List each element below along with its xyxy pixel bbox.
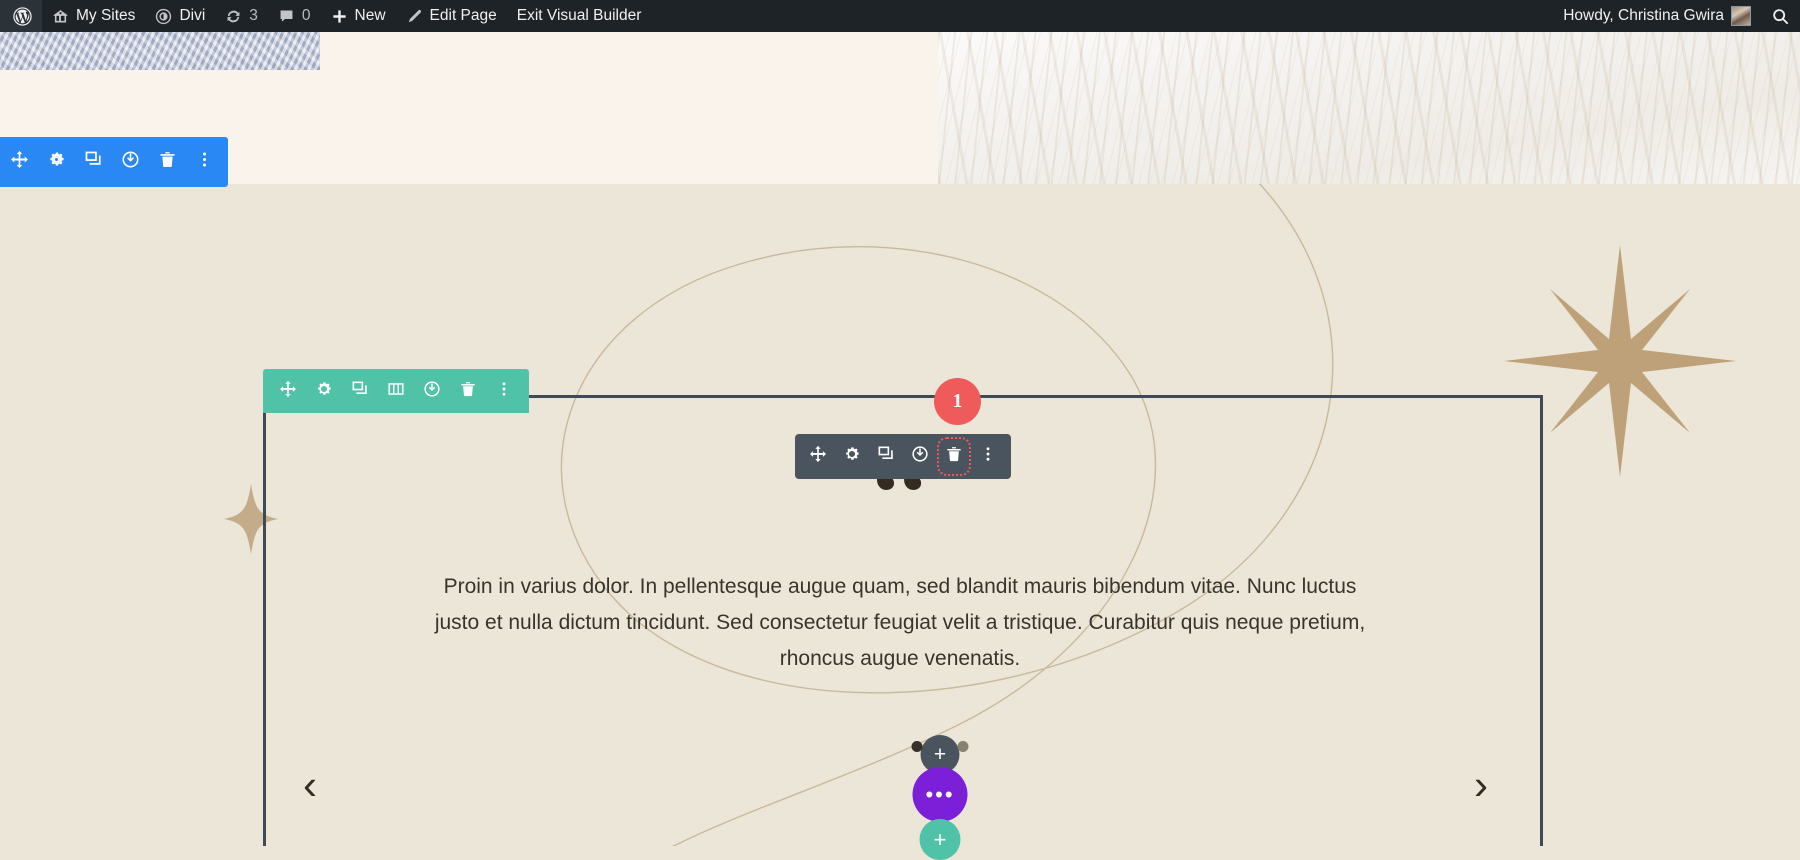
testimonial-text: Proin in varius dolor. In pellentesque a… — [434, 575, 1366, 671]
step-count-badge: 1 — [934, 378, 981, 425]
admin-bar-item-comments[interactable]: 0 — [268, 0, 321, 32]
updates-icon — [225, 8, 242, 25]
row-toolbar[interactable] — [263, 369, 529, 413]
header-right-image — [938, 32, 1800, 184]
power-icon[interactable] — [911, 445, 929, 468]
move-icon[interactable] — [10, 150, 29, 174]
add-section-button[interactable]: + — [919, 819, 961, 860]
avatar — [1731, 6, 1751, 26]
carousel-next-arrow[interactable]: › — [1474, 764, 1488, 806]
admin-bar-item-new[interactable]: New — [321, 0, 396, 32]
admin-bar-label-comments: 0 — [301, 7, 311, 24]
pencil-icon — [406, 8, 423, 25]
wordpress-icon — [12, 6, 33, 27]
divi-icon — [155, 8, 172, 25]
admin-bar-item-updates[interactable]: 3 — [215, 0, 268, 32]
header-left-image — [0, 32, 320, 70]
admin-bar-item-edit-page[interactable]: Edit Page — [396, 0, 507, 32]
wp-admin-bar: My Sites Divi 3 0 New Edit Page Exit Vis… — [0, 0, 1800, 32]
duplicate-icon[interactable] — [877, 445, 895, 468]
page-header-band — [0, 32, 1800, 184]
plus-icon — [331, 8, 348, 25]
account-greeting: Howdy, Christina Gwira — [1563, 7, 1724, 24]
admin-bar-label-my-sites: My Sites — [76, 7, 136, 24]
vertical-dots-icon[interactable] — [979, 445, 997, 468]
section-toolbar[interactable] — [0, 137, 228, 187]
admin-bar-label-exit-visual-builder: Exit Visual Builder — [516, 7, 642, 24]
admin-bar-label-divi: Divi — [179, 7, 206, 24]
move-icon[interactable] — [279, 380, 297, 403]
handle-dot-left — [911, 741, 923, 752]
gear-icon[interactable] — [315, 380, 333, 403]
floating-add-buttons: + ••• + — [880, 735, 1000, 860]
trash-icon[interactable] — [158, 150, 177, 174]
add-module-label: + — [933, 742, 947, 766]
vertical-dots-icon[interactable] — [495, 380, 513, 403]
wordpress-logo-button[interactable] — [0, 0, 42, 32]
admin-bar-item-my-sites[interactable]: My Sites — [42, 0, 145, 32]
admin-bar-item-divi[interactable]: Divi — [145, 0, 215, 32]
move-icon[interactable] — [809, 445, 827, 468]
page-settings-menu-button[interactable]: ••• — [912, 767, 968, 822]
comment-icon — [278, 8, 295, 25]
power-icon[interactable] — [121, 150, 140, 174]
trash-icon[interactable] — [459, 380, 477, 403]
admin-bar-search-button[interactable] — [1761, 0, 1800, 32]
power-icon[interactable] — [423, 380, 441, 403]
carousel-prev-arrow[interactable]: ‹ — [303, 764, 317, 806]
admin-bar-label-updates: 3 — [249, 7, 258, 24]
admin-bar-item-exit-visual-builder[interactable]: Exit Visual Builder — [507, 0, 652, 32]
admin-bar-account-menu[interactable]: Howdy, Christina Gwira — [1553, 0, 1761, 32]
gear-icon[interactable] — [47, 150, 66, 174]
gear-icon[interactable] — [843, 445, 861, 468]
columns-icon[interactable] — [387, 380, 405, 403]
add-section-label: + — [933, 826, 947, 852]
module-toolbar[interactable] — [795, 434, 1011, 479]
admin-bar-label-new: New — [354, 7, 386, 24]
duplicate-icon[interactable] — [84, 150, 103, 174]
handle-dot-right — [957, 741, 969, 752]
vertical-dots-icon[interactable] — [195, 150, 214, 174]
page-settings-label: ••• — [925, 781, 955, 807]
duplicate-icon[interactable] — [351, 380, 369, 403]
sites-icon — [52, 8, 69, 25]
admin-bar-label-edit-page: Edit Page — [429, 7, 497, 24]
trash-icon[interactable] — [937, 437, 971, 476]
search-icon — [1771, 7, 1790, 26]
